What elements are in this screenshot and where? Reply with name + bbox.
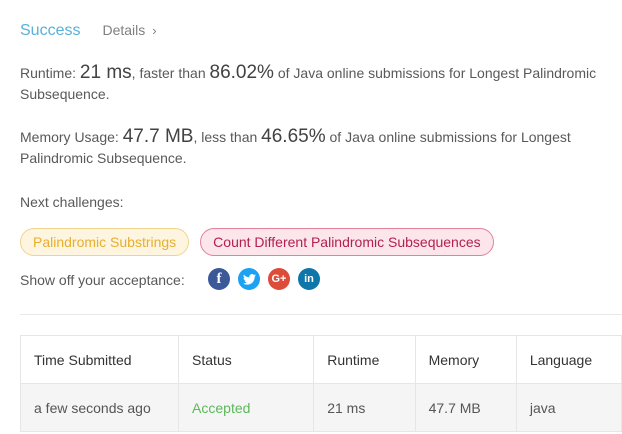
submission-status: Success: [20, 22, 81, 39]
table-header-row: Time Submitted Status Runtime Memory Lan…: [19, 335, 622, 384]
accepted-link[interactable]: Accepted: [192, 400, 250, 416]
next-challenges-list: Palindromic Substrings Count Different P…: [20, 228, 494, 256]
memory-comparison: , less than: [193, 129, 262, 145]
chevron-right-icon: ›: [152, 22, 157, 38]
details-label: Details: [102, 22, 146, 38]
col-language: Language: [515, 335, 622, 384]
memory-label: Memory Usage:: [20, 129, 123, 145]
col-time-submitted: Time Submitted: [19, 335, 180, 384]
runtime-comparison: , faster than: [131, 65, 210, 81]
runtime-stat: Runtime: 21 ms, faster than 86.02% of Ja…: [20, 62, 610, 105]
facebook-icon[interactable]: f: [208, 268, 230, 290]
runtime-label: Runtime:: [20, 65, 80, 81]
linkedin-icon[interactable]: in: [298, 268, 320, 290]
runtime-percentile: 86.02%: [209, 62, 274, 83]
cell-time-submitted: a few seconds ago: [19, 383, 180, 432]
share-label: Show off your acceptance:: [20, 272, 185, 288]
col-runtime: Runtime: [313, 335, 416, 384]
google-plus-icon[interactable]: G+: [268, 268, 290, 290]
cell-runtime: 21 ms: [313, 383, 416, 432]
divider: [20, 314, 622, 315]
share-icons: f G+ in: [208, 268, 320, 290]
challenge-tag-palindromic-substrings[interactable]: Palindromic Substrings: [20, 228, 190, 256]
col-status: Status: [178, 335, 315, 384]
twitter-icon[interactable]: [238, 268, 260, 290]
memory-percentile: 46.65%: [261, 126, 326, 147]
table-row[interactable]: a few seconds ago Accepted 21 ms 47.7 MB…: [19, 383, 622, 432]
memory-value: 47.7 MB: [122, 126, 194, 147]
runtime-value: 21 ms: [79, 62, 132, 83]
cell-status: Accepted: [178, 383, 315, 432]
next-challenges-label: Next challenges:: [20, 194, 124, 210]
cell-language: java: [515, 383, 622, 432]
col-memory: Memory: [414, 335, 517, 384]
memory-stat: Memory Usage: 47.7 MB, less than 46.65% …: [20, 126, 610, 169]
challenge-tag-count-different-palindromic-subsequences[interactable]: Count Different Palindromic Subsequences: [200, 228, 494, 256]
result-header: Success Details ›: [20, 22, 157, 40]
submissions-table: Time Submitted Status Runtime Memory Lan…: [19, 335, 622, 432]
details-link[interactable]: Details ›: [102, 22, 156, 38]
cell-memory: 47.7 MB: [414, 383, 517, 432]
